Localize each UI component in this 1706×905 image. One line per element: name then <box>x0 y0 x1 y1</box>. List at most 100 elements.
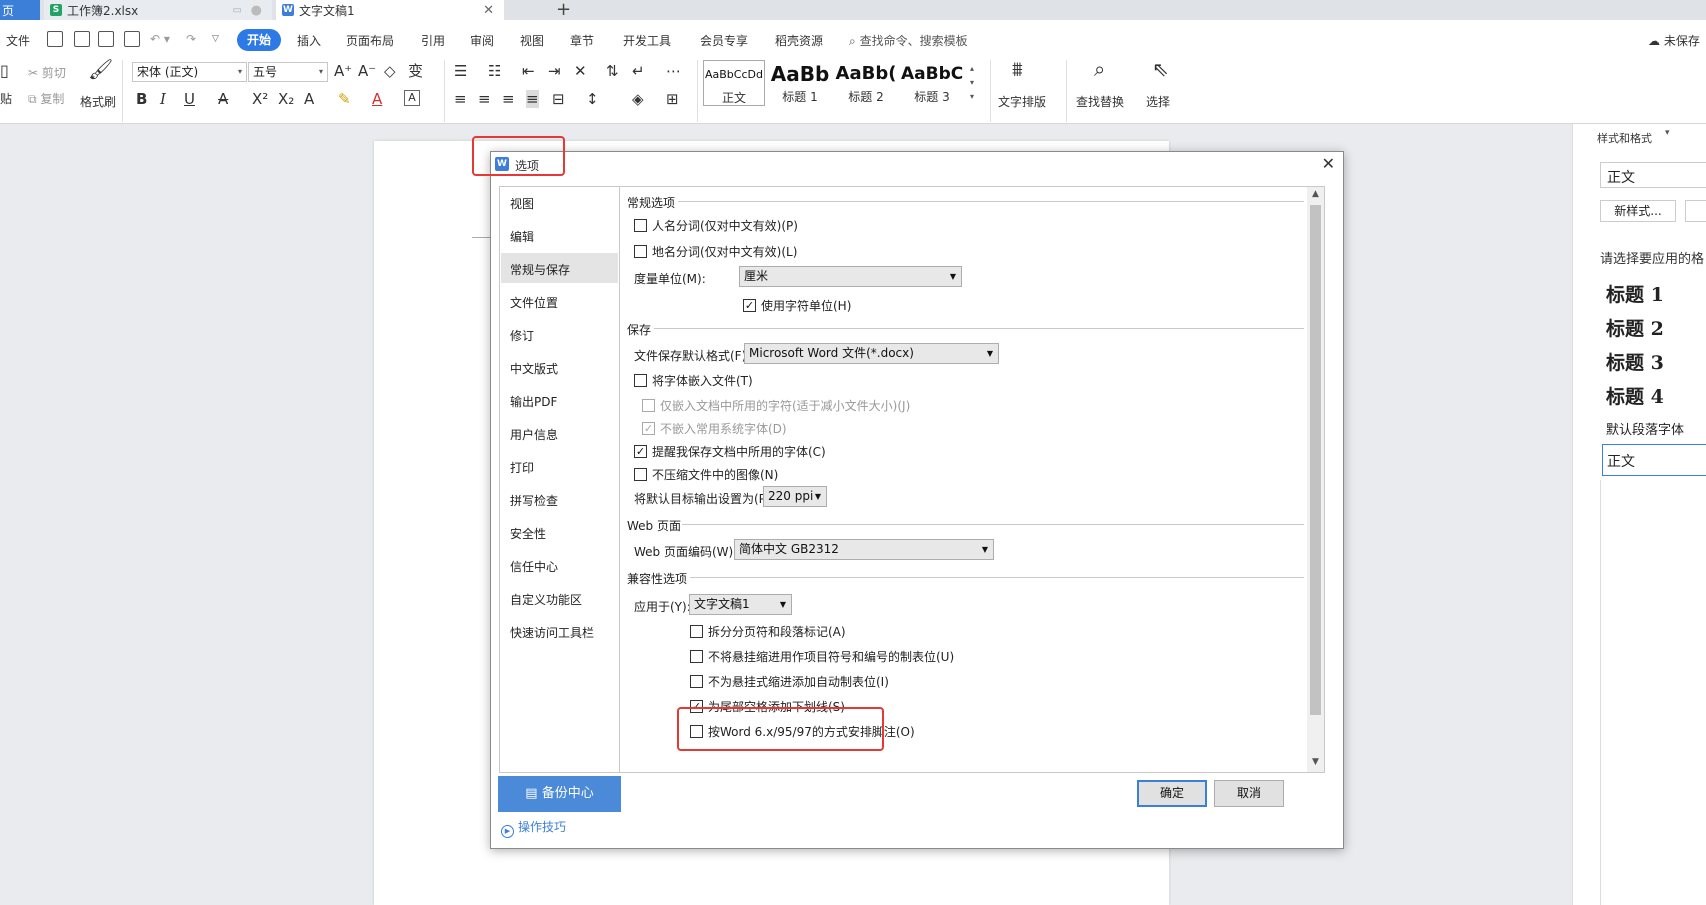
scroll-up-icon[interactable]: ▲ <box>1307 189 1324 199</box>
scrollbar-thumb[interactable] <box>1310 205 1321 715</box>
text-effect-icon[interactable]: A <box>304 90 314 108</box>
checkbox-checked[interactable]: ✓ <box>634 445 647 458</box>
checkbox[interactable] <box>634 374 647 387</box>
nav-spelling[interactable]: 拼写检查 <box>510 492 558 509</box>
dialog-titlebar[interactable]: W 选项 ✕ <box>491 152 1343 176</box>
style-item-h1[interactable]: 标题 1 <box>1606 280 1664 307</box>
ok-button[interactable]: 确定 <box>1137 780 1207 807</box>
distribute-icon[interactable]: ⊟ <box>552 90 565 108</box>
show-marks-icon[interactable]: ↵ <box>632 62 645 80</box>
strikethrough-icon[interactable]: A <box>218 90 228 108</box>
option-person-name-seg[interactable]: 人名分词(仅对中文有效)(P) <box>634 217 798 234</box>
style-gallery-more-icon[interactable]: ▴ ▾ ▾ <box>970 62 974 104</box>
chinese-layout-icon[interactable]: ✕ <box>574 62 587 80</box>
text-layout-icon[interactable]: ⩩ <box>1012 59 1023 79</box>
checkbox-checked[interactable]: ✓ <box>743 299 756 312</box>
checkbox[interactable] <box>690 625 703 638</box>
nav-view[interactable]: 视图 <box>510 195 534 212</box>
option-char-unit[interactable]: ✓ 使用字符单位(H) <box>743 297 851 314</box>
superscript-icon[interactable]: X² <box>252 90 268 108</box>
nav-chinese-layout[interactable]: 中文版式 <box>510 360 558 377</box>
style-heading-2[interactable]: AaBb( 标题 2 <box>835 60 897 106</box>
copy-button[interactable]: ⧉ 复制 <box>28 90 64 107</box>
unit-select[interactable]: 厘米 ▼ <box>739 266 962 287</box>
format-painter-label[interactable]: 格式刷 <box>80 93 116 110</box>
option-embed-fonts[interactable]: 将字体嵌入文件(T) <box>634 372 753 389</box>
tab-workbook[interactable]: S 工作簿2.xlsx ▭ ● <box>44 0 272 20</box>
checkbox[interactable] <box>634 219 647 232</box>
nav-general-save[interactable]: 常规与保存 <box>510 261 570 278</box>
font-size-select[interactable]: 五号 ▾ <box>248 62 328 82</box>
new-style-button[interactable]: 新样式... <box>1600 200 1676 222</box>
more-icon[interactable]: ▽ <box>212 34 219 44</box>
option-place-name-seg[interactable]: 地名分词(仅对中文有效)(L) <box>634 243 797 260</box>
menu-reference[interactable]: 引用 <box>421 32 445 49</box>
nav-revision[interactable]: 修订 <box>510 327 534 344</box>
phonetic-icon[interactable]: 变 <box>408 62 423 80</box>
find-icon[interactable]: ⌕ <box>1094 59 1105 79</box>
bullet-list-icon[interactable]: ☰ <box>454 62 467 80</box>
cancel-button[interactable]: 取消 <box>1214 780 1284 807</box>
option-no-compress[interactable]: 不压缩文件中的图像(N) <box>634 466 778 483</box>
current-style-field[interactable]: 正文 <box>1600 162 1706 188</box>
clear-style-button[interactable] <box>1685 200 1706 222</box>
menu-docer[interactable]: 稻壳资源 <box>775 32 823 49</box>
checkbox[interactable] <box>634 245 647 258</box>
underline-icon[interactable]: U <box>184 90 195 108</box>
borders-icon[interactable]: ⊞ <box>666 90 679 108</box>
options-scrollbar[interactable]: ▲ ▼ <box>1307 187 1324 772</box>
style-heading-1[interactable]: AaBb 标题 1 <box>769 60 831 106</box>
tips-link[interactable]: ▶ 操作技巧 <box>501 818 566 838</box>
align-right-icon[interactable]: ≡ <box>502 90 515 108</box>
save-format-select[interactable]: Microsoft Word 文件(*.docx) ▼ <box>744 343 999 364</box>
nav-export-pdf[interactable]: 输出PDF <box>510 393 557 410</box>
checkbox[interactable] <box>634 468 647 481</box>
decrease-indent-icon[interactable]: ⇤ <box>522 62 535 80</box>
panel-dropdown-icon[interactable]: ▾ <box>1665 128 1670 138</box>
font-name-select[interactable]: 宋体 (正文) ▾ <box>132 62 247 82</box>
nav-file-location[interactable]: 文件位置 <box>510 294 558 311</box>
menu-start[interactable]: 开始 <box>237 29 281 51</box>
font-color-icon[interactable]: A <box>372 90 382 108</box>
nav-quick-access[interactable]: 快速访问工具栏 <box>510 624 594 641</box>
option-split-page-break[interactable]: 拆分分页符和段落标记(A) <box>690 623 846 640</box>
checkbox[interactable] <box>690 650 703 663</box>
tab-home[interactable]: 页 <box>0 0 40 20</box>
brush-icon[interactable]: 🖌 <box>88 59 113 79</box>
number-list-icon[interactable]: ☷ <box>488 62 501 80</box>
nav-user-info[interactable]: 用户信息 <box>510 426 558 443</box>
align-center-icon[interactable]: ≡ <box>478 90 491 108</box>
char-border-icon[interactable]: A <box>404 90 420 106</box>
increase-indent-icon[interactable]: ⇥ <box>548 62 561 80</box>
close-tab-icon[interactable]: ✕ <box>483 3 494 18</box>
web-encoding-select[interactable]: 简体中文 GB2312 ▼ <box>734 539 994 560</box>
backup-center-button[interactable]: ▤ 备份中心 <box>498 776 621 812</box>
save-icon[interactable] <box>47 31 63 47</box>
menu-file[interactable]: 文件 <box>6 32 30 49</box>
scroll-down-icon[interactable]: ▼ <box>1307 757 1324 767</box>
line-spacing-icon[interactable]: ↕ <box>586 90 599 108</box>
find-replace-button[interactable]: 查找替换 <box>1076 93 1124 110</box>
menu-chapter[interactable]: 章节 <box>570 32 594 49</box>
apply-to-select[interactable]: 文字文稿1 ▼ <box>689 594 792 615</box>
highlight-icon[interactable]: ✎ <box>338 90 351 108</box>
menu-developer[interactable]: 开发工具 <box>623 32 671 49</box>
cursor-icon[interactable]: ⇖ <box>1152 59 1169 79</box>
add-tab-icon[interactable]: + <box>556 0 571 20</box>
option-no-hanging-tab[interactable]: 不将悬挂缩进用作项目符号和编号的制表位(U) <box>690 648 954 665</box>
style-item-h3[interactable]: 标题 3 <box>1606 348 1664 375</box>
nav-security[interactable]: 安全性 <box>510 525 546 542</box>
clear-format-icon[interactable]: ◇ <box>384 62 396 80</box>
menu-review[interactable]: 审阅 <box>470 32 494 49</box>
preview-icon[interactable] <box>124 31 140 47</box>
style-heading-3[interactable]: AaBbC 标题 3 <box>901 60 963 106</box>
select-button[interactable]: 选择 <box>1146 93 1170 110</box>
shading-icon[interactable]: ◈ <box>632 90 644 108</box>
nav-trust-center[interactable]: 信任中心 <box>510 558 558 575</box>
option-remind-fonts[interactable]: ✓ 提醒我保存文档中所用的字体(C) <box>634 443 826 460</box>
nav-print[interactable]: 打印 <box>510 459 534 476</box>
nav-customize-ribbon[interactable]: 自定义功能区 <box>510 591 582 608</box>
export-icon[interactable] <box>74 31 90 47</box>
grow-font-icon[interactable]: A⁺ <box>334 62 352 80</box>
paste-icon[interactable]: ▯ <box>0 62 9 80</box>
